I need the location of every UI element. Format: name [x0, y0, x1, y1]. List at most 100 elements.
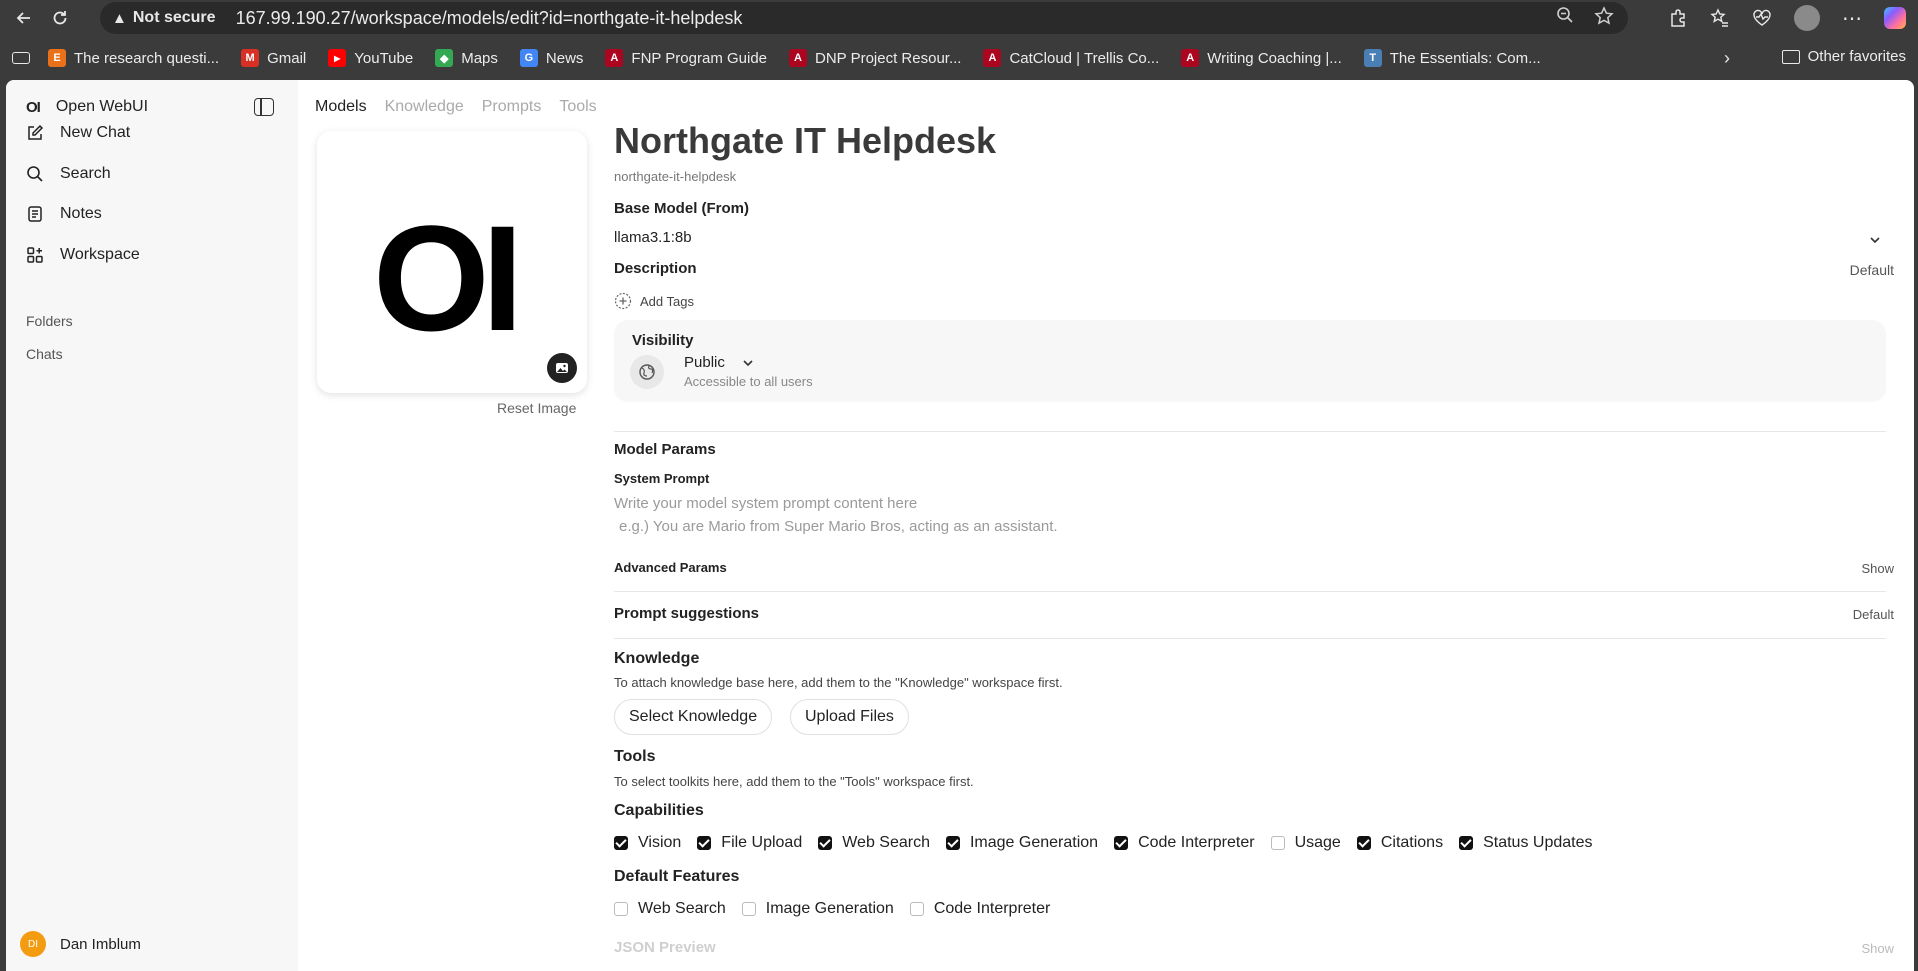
other-favorites[interactable]: Other favorites [1781, 48, 1906, 65]
checkbox[interactable] [945, 836, 960, 850]
model-params-label: Model Params [614, 441, 716, 458]
sidebar-toggle-icon[interactable] [254, 98, 274, 116]
advanced-params-label: Advanced Params [614, 560, 727, 575]
checkbox[interactable] [697, 836, 712, 850]
globe-icon [630, 355, 664, 389]
base-model-select[interactable]: llama3.1:8b [614, 229, 1886, 251]
feature-label: Web Search [638, 900, 726, 917]
prompt-suggestions-toggle[interactable]: Default [1853, 607, 1894, 622]
visibility-panel: Visibility Public Accessible to all user… [614, 320, 1886, 402]
sidebar-item-workspace[interactable]: Workspace [26, 246, 140, 264]
tab-tools[interactable]: Tools [559, 98, 596, 116]
feature-web-search[interactable]: Web Search [614, 900, 726, 918]
chevron-down-icon [1870, 237, 1880, 244]
checkbox[interactable] [741, 902, 756, 916]
bookmark-item[interactable]: M Gmail [241, 49, 306, 67]
capability-label: Image Generation [969, 834, 1099, 851]
capability-label: Web Search [842, 834, 930, 851]
arizona-icon: A [1181, 49, 1200, 67]
grid-icon [27, 247, 43, 263]
checkbox[interactable] [1459, 836, 1474, 850]
image-upload-icon[interactable] [547, 353, 577, 383]
checkbox[interactable] [818, 836, 833, 850]
visibility-select[interactable]: Public [684, 354, 755, 371]
extensions-icon[interactable] [1668, 8, 1688, 28]
bookmarks-bar: E The research questi... M Gmail ▶ YouTube … [0, 36, 1918, 80]
visibility-sub: Accessible to all users [684, 374, 813, 389]
checkbox[interactable] [614, 836, 628, 850]
address-bar[interactable]: ▲ Not secure 167.99.190.27/workspace/mod… [100, 2, 1628, 34]
zoom-icon[interactable] [1556, 6, 1574, 24]
folders-label[interactable]: Folders [26, 313, 73, 329]
add-tags-button[interactable]: Add Tags [614, 292, 694, 310]
capability-web-search[interactable]: Web Search [818, 834, 930, 852]
description-toggle[interactable]: Default [1850, 262, 1894, 278]
checkbox[interactable] [1270, 836, 1285, 850]
tab-knowledge[interactable]: Knowledge [385, 98, 464, 116]
capability-image-generation[interactable]: Image Generation [945, 834, 1099, 852]
capability-vision[interactable]: Vision [614, 834, 681, 852]
bookmark-item[interactable]: A DNP Project Resour... [789, 49, 961, 67]
favorites-icon[interactable] [1710, 8, 1730, 28]
star-icon[interactable] [1594, 6, 1614, 26]
capability-citations[interactable]: Citations [1356, 834, 1444, 852]
json-preview-label: JSON Preview [614, 939, 716, 956]
checkbox[interactable] [1356, 836, 1371, 850]
capability-code-interpreter[interactable]: Code Interpreter [1114, 834, 1255, 852]
health-icon[interactable] [1752, 8, 1772, 28]
bookmark-item[interactable]: A Writing Coaching |... [1181, 49, 1342, 67]
back-icon[interactable] [6, 0, 42, 36]
youtube-icon: ▶ [328, 49, 347, 67]
sidebar-item-new-chat[interactable]: New Chat [26, 124, 130, 142]
checkbox[interactable] [614, 902, 628, 916]
more-icon[interactable]: ⋯ [1842, 6, 1862, 31]
profile-icon[interactable] [1794, 5, 1820, 31]
brand[interactable]: OI Open WebUI [26, 98, 148, 116]
copilot-icon[interactable] [1884, 7, 1906, 29]
reset-image-button[interactable]: Reset Image [497, 400, 576, 416]
sidebar-item-label: Notes [60, 205, 102, 222]
reading-list-icon[interactable] [12, 52, 30, 64]
capability-label: File Upload [721, 834, 803, 851]
model-name-input[interactable]: Northgate IT Helpdesk [614, 120, 996, 162]
model-image-card[interactable]: OI [317, 131, 587, 393]
feature-code-interpreter[interactable]: Code Interpreter [909, 900, 1050, 918]
feature-image-generation[interactable]: Image Generation [741, 900, 894, 918]
user-name: Dan Imblum [60, 935, 141, 953]
chats-label[interactable]: Chats [26, 346, 63, 362]
tab-models[interactable]: Models [315, 98, 367, 116]
user-menu[interactable]: DI Dan Imblum [20, 931, 141, 957]
model-id-input[interactable]: northgate-it-helpdesk [614, 169, 736, 184]
system-prompt-textarea[interactable]: Write your model system prompt content h… [614, 492, 1886, 540]
tab-prompts[interactable]: Prompts [482, 98, 542, 116]
select-knowledge-button[interactable]: Select Knowledge [614, 699, 773, 735]
capability-file-upload[interactable]: File Upload [697, 834, 802, 852]
sidebar-item-label: New Chat [60, 124, 131, 141]
bookmark-item[interactable]: T The Essentials: Com... [1363, 49, 1541, 67]
json-preview-toggle[interactable]: Show [1861, 941, 1894, 956]
checkbox[interactable] [909, 902, 924, 916]
pencil-square-icon [28, 124, 44, 140]
bookmark-item[interactable]: ▶ YouTube [328, 49, 413, 67]
browser-toolbar: ▲ Not secure 167.99.190.27/workspace/mod… [0, 0, 1918, 36]
bookmark-item[interactable]: A CatCloud | Trellis Co... [983, 49, 1159, 67]
upload-files-button[interactable]: Upload Files [790, 699, 909, 735]
sidebar-item-search[interactable]: Search [26, 165, 111, 183]
add-tags-label: Add Tags [640, 293, 694, 309]
bookmark-item[interactable]: ◆ Maps [435, 49, 498, 67]
bookmark-item[interactable]: E The research questi... [48, 49, 219, 67]
capability-label: Citations [1380, 834, 1444, 851]
capability-usage[interactable]: Usage [1270, 834, 1341, 852]
checkbox[interactable] [1114, 836, 1129, 850]
capability-status-updates[interactable]: Status Updates [1459, 834, 1592, 852]
bookmark-item[interactable]: G News [519, 49, 583, 67]
sidebar-item-notes[interactable]: Notes [26, 205, 102, 223]
bookmark-item[interactable]: A FNP Program Guide [605, 49, 767, 67]
advanced-params-toggle[interactable]: Show [1861, 561, 1894, 576]
system-prompt-placeholder: e.g.) You are Mario from Super Mario Bro… [619, 518, 1058, 535]
divider [614, 591, 1886, 592]
reload-icon[interactable] [42, 0, 78, 36]
arizona-icon: A [983, 49, 1002, 67]
chevron-right-icon[interactable]: › [1724, 48, 1730, 69]
notes-icon [28, 206, 42, 222]
